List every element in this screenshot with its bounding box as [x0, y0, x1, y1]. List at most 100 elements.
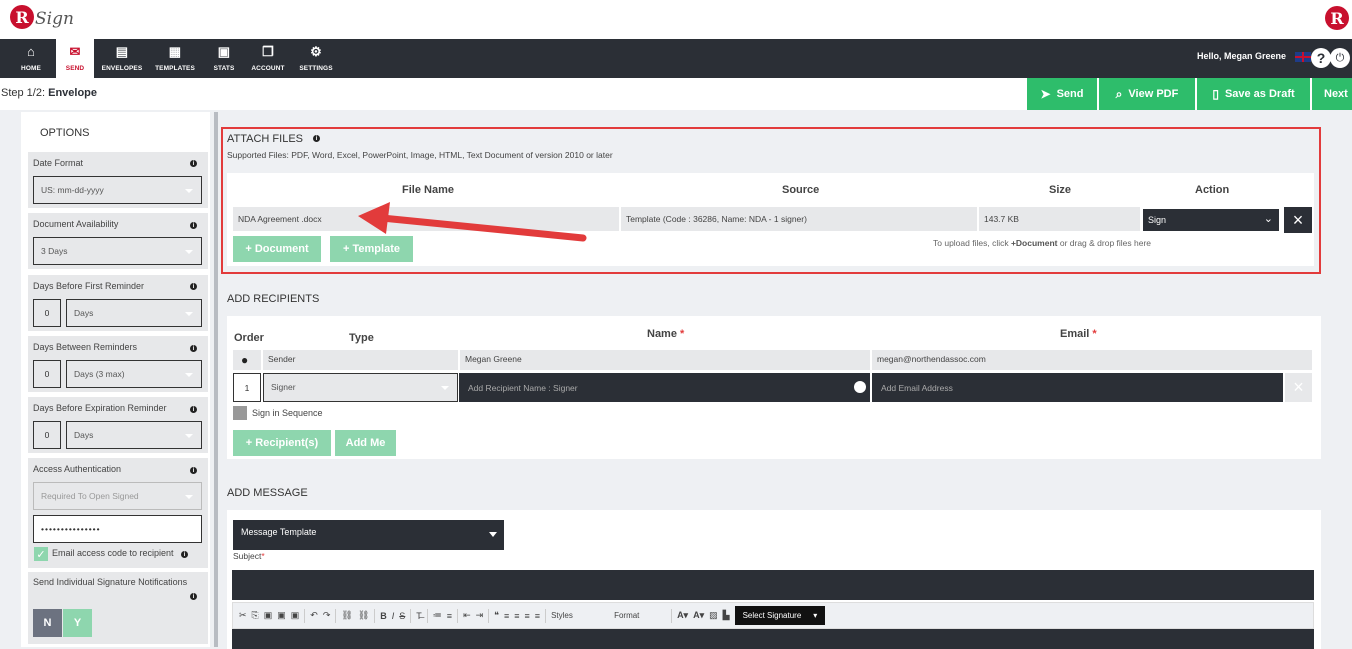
access-code-field[interactable]: ••••••••••••••• — [33, 515, 202, 543]
nav-envelopes[interactable]: ▤ ENVELOPES — [99, 39, 145, 78]
message-template-select[interactable]: Message Template — [233, 520, 504, 550]
align-justify-icon[interactable]: ≡ — [535, 611, 540, 621]
send-label: Send — [1056, 88, 1084, 100]
col-file-name: File Name — [402, 184, 454, 196]
info-icon[interactable]: i — [313, 135, 320, 142]
red-arrow-annotation — [358, 202, 587, 242]
nav-label: SETTINGS — [299, 65, 333, 72]
add-recipients-button[interactable]: + Recipient(s) — [233, 430, 331, 456]
expiration-reminder-unit-select[interactable]: Days — [66, 421, 202, 449]
toolbar-divider — [335, 608, 337, 623]
align-left-icon[interactable]: ≡ — [504, 611, 509, 621]
add-recipients-title: ADD RECIPIENTS — [227, 293, 320, 305]
remove-recipient-button[interactable]: × — [1285, 373, 1312, 402]
info-icon[interactable]: i — [190, 283, 197, 290]
undo-icon[interactable]: ↶ — [310, 610, 318, 621]
between-reminders-number[interactable]: 0 — [33, 360, 61, 388]
signer-type-select[interactable]: Signer — [263, 373, 458, 402]
nav-account[interactable]: ❐ ACCOUNT — [248, 39, 288, 78]
cut-icon[interactable]: ✂ — [239, 610, 247, 621]
recipient-name-input[interactable]: Add Recipient Name : Signer — [459, 373, 870, 402]
uk-flag-icon[interactable] — [1295, 52, 1311, 62]
access-auth-value: Required To Open Signed — [41, 491, 139, 501]
link-icon[interactable]: ⛓ — [341, 610, 352, 621]
next-button[interactable]: Next — [1312, 78, 1352, 110]
add-document-button[interactable]: + Document — [233, 236, 321, 262]
nav-label: ACCOUNT — [251, 65, 285, 72]
toolbar-divider — [671, 608, 673, 623]
info-icon[interactable]: i — [190, 406, 197, 413]
add-me-button[interactable]: Add Me — [335, 430, 396, 456]
help-icon[interactable]: ? — [1311, 48, 1331, 68]
styles-dropdown[interactable]: Styles — [551, 611, 609, 620]
between-reminders-unit-select[interactable]: Days (3 max) — [66, 360, 202, 388]
paste-word-icon[interactable]: ▣ — [291, 610, 300, 621]
copy-icon[interactable]: ⎘ — [252, 610, 259, 621]
info-icon[interactable]: i — [190, 222, 197, 229]
info-icon[interactable]: i — [190, 593, 197, 600]
text-color-icon[interactable]: A▾ — [677, 610, 688, 621]
sidebar-scrollbar[interactable] — [214, 112, 218, 647]
blockquote-icon[interactable]: ❝ — [494, 610, 499, 621]
align-center-icon[interactable]: ≡ — [514, 611, 519, 621]
toolbar-divider — [374, 608, 376, 623]
italic-icon[interactable]: I — [392, 611, 395, 621]
file-action-select[interactable]: Sign ⌄ — [1143, 209, 1279, 231]
redo-icon[interactable]: ↷ — [323, 610, 331, 621]
upload-hint-pre: To upload files, click — [933, 238, 1011, 248]
copy-icon: ❐ — [262, 44, 274, 59]
outdent-icon[interactable]: ⇤ — [463, 610, 471, 621]
first-reminder-number[interactable]: 0 — [33, 299, 61, 327]
info-icon[interactable]: i — [181, 551, 188, 558]
date-format-select[interactable]: US: mm-dd-yyyy — [33, 176, 202, 204]
align-right-icon[interactable]: ≡ — [525, 611, 530, 621]
sign-in-sequence-label: Sign in Sequence — [252, 408, 323, 418]
signer-type-value: Signer — [271, 382, 296, 392]
recipient-email-input[interactable]: Add Email Address — [872, 373, 1283, 402]
nav-settings[interactable]: ⚙ SETTINGS — [296, 39, 336, 78]
nav-templates[interactable]: ▦ TEMPLATES — [152, 39, 198, 78]
format-dropdown[interactable]: Format — [614, 611, 666, 620]
remove-file-button[interactable]: × — [1284, 207, 1312, 233]
info-icon[interactable]: i — [190, 467, 197, 474]
signature-select[interactable]: Select Signature ▾ — [734, 606, 826, 625]
notif-n-toggle[interactable]: N — [33, 609, 62, 637]
access-auth-select[interactable]: Required To Open Signed — [33, 482, 202, 510]
bold-icon[interactable]: B — [380, 611, 387, 621]
paste-icon[interactable]: ▣ — [264, 610, 273, 621]
send-button[interactable]: ➤ Send — [1027, 78, 1097, 110]
doc-availability-select[interactable]: 3 Days — [33, 237, 202, 265]
subject-input[interactable] — [232, 570, 1314, 600]
image-icon[interactable]: ▨ — [709, 610, 718, 621]
bullet-list-icon[interactable]: ≡ — [447, 611, 452, 621]
nav-stats[interactable]: ▣ STATS — [208, 39, 240, 78]
message-body-editor[interactable] — [232, 629, 1314, 649]
contact-icon[interactable] — [854, 381, 866, 393]
email-code-checkbox[interactable]: ✓ — [34, 547, 48, 561]
info-icon[interactable]: i — [190, 345, 197, 352]
indent-icon[interactable]: ⇥ — [476, 610, 484, 621]
nav-home[interactable]: ⌂ HOME — [12, 39, 50, 78]
nav-send[interactable]: ✉ SEND — [56, 39, 94, 78]
first-reminder-unit-select[interactable]: Days — [66, 299, 202, 327]
paste-text-icon[interactable]: ▣ — [277, 610, 286, 621]
strike-icon[interactable]: S — [399, 611, 405, 621]
supported-files-text: Supported Files: PDF, Word, Excel, Power… — [227, 150, 613, 160]
file-icon: ▯ — [1212, 87, 1219, 101]
stamp-icon[interactable]: ▙ — [723, 610, 730, 621]
numbered-list-icon[interactable]: ≔ — [433, 610, 442, 621]
between-reminders-label: Days Between Reminders — [33, 342, 138, 352]
expiration-reminder-number[interactable]: 0 — [33, 421, 61, 449]
view-pdf-button[interactable]: ⌕ View PDF — [1099, 78, 1195, 110]
sign-in-sequence-checkbox[interactable] — [233, 406, 247, 420]
rsign-logo[interactable]: R Sign — [10, 5, 74, 29]
clear-format-icon[interactable]: T̶ — [416, 611, 422, 621]
signer-order-input[interactable]: 1 — [233, 373, 261, 402]
notif-y-toggle[interactable]: Y — [63, 609, 92, 637]
toolbar-divider — [488, 608, 490, 623]
power-icon[interactable]: ⏻ — [1330, 48, 1350, 68]
unlink-icon[interactable]: ⛓ — [358, 610, 369, 621]
save-draft-button[interactable]: ▯ Save as Draft — [1197, 78, 1310, 110]
bg-color-icon[interactable]: A▾ — [693, 610, 704, 621]
info-icon[interactable]: i — [190, 160, 197, 167]
